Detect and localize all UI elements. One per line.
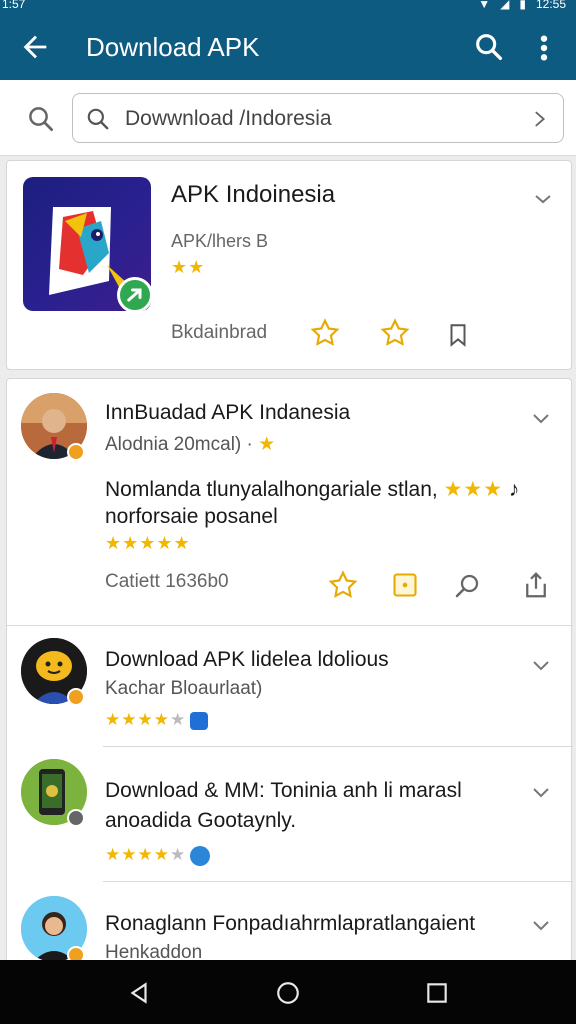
search-icon[interactable] <box>26 104 56 134</box>
verified-icon <box>189 845 210 866</box>
search-icon[interactable] <box>472 30 506 64</box>
battery-icon: ▮ <box>519 0 526 11</box>
back-triangle-icon[interactable] <box>126 980 152 1006</box>
star-icon: ★ <box>258 434 277 455</box>
featured-app-subtitle: APK/lhers B <box>171 231 269 251</box>
wifi-icon: ▼ <box>478 0 491 11</box>
item-title: InnBuadad APK Indanesia <box>105 401 351 424</box>
item-rating: ★★★★★ <box>105 533 191 553</box>
featured-app-title: APK Indoinesia <box>171 181 336 208</box>
chevron-down-icon[interactable] <box>529 783 553 803</box>
verified-icon <box>189 711 208 730</box>
item-title: Download APK lidelea ldolious <box>105 648 389 671</box>
item-description: Nomlanda tlunyalalhongariale stlan, ★★★ … <box>105 478 520 501</box>
search-input-value: Dowwnload /Indoresia <box>125 107 332 130</box>
play-badge-icon <box>67 809 85 827</box>
item-subtitle: Kachar Bloaurlaat) <box>105 678 263 699</box>
list-item[interactable]: Download APK lidelea ldolious Kachar Blo… <box>7 626 573 746</box>
chevron-down-icon[interactable] <box>529 409 553 429</box>
bookmark-icon[interactable] <box>445 321 471 349</box>
star-outline-icon[interactable] <box>379 317 411 349</box>
featured-app-rating: ★★ <box>171 257 206 277</box>
app-list: InnBuadad APK Indanesia Alodnia 20mcal) … <box>6 378 573 978</box>
chevron-down-icon[interactable] <box>529 916 553 936</box>
badge-icon <box>67 443 85 461</box>
status-clock: 12:55 <box>535 0 566 11</box>
image-frame-icon[interactable] <box>391 571 419 599</box>
search-row: Dowwnload /Indoresia <box>0 80 576 156</box>
item-title: Download & MM: Toninia anh li marasl <box>105 779 462 802</box>
recents-square-icon[interactable] <box>424 980 450 1006</box>
search-input[interactable]: Dowwnload /Indoresia <box>72 93 564 143</box>
featured-app-label: Bkdainbrad <box>171 322 268 343</box>
list-item[interactable]: InnBuadad APK Indanesia Alodnia 20mcal) … <box>7 379 573 625</box>
status-time: 1:57 <box>2 0 26 11</box>
status-bar: 1:57 ▼ ◢ ▮ 12:55 <box>0 0 576 14</box>
featured-app-card[interactable]: APK Indoinesia APK/lhers B ★★ Bkdainbrad <box>6 160 572 370</box>
star-outline-icon[interactable] <box>309 317 341 349</box>
item-rating: ★★★★★ <box>105 845 210 866</box>
signal-icon: ◢ <box>500 0 510 11</box>
star-outline-icon[interactable] <box>327 569 359 601</box>
share-icon[interactable] <box>521 569 551 601</box>
home-circle-icon[interactable] <box>275 980 301 1006</box>
item-rating: ★★★★★ <box>105 710 208 730</box>
chevron-right-icon[interactable] <box>529 107 551 131</box>
search-icon <box>87 108 109 130</box>
list-item[interactable]: Download & MM: Toninia anh li marasl ano… <box>7 747 573 881</box>
badge-icon <box>67 688 85 706</box>
music-note-icon: ♪ <box>508 478 520 501</box>
page-title: Download APK <box>86 32 260 62</box>
item-subtitle: Alodnia 20mcal) · ★ <box>105 434 277 455</box>
chevron-down-icon[interactable] <box>529 656 553 676</box>
item-footer: Catiett 1636b0 <box>105 571 229 592</box>
item-subtitle: anoadida Gootaynly. <box>105 809 297 832</box>
app-bar: Download APK <box>0 14 576 80</box>
status-icons: ▼ ◢ ▮ 12:55 <box>478 0 566 11</box>
app-logo-icon <box>23 177 151 311</box>
chevron-down-icon[interactable] <box>531 187 555 211</box>
download-badge-icon <box>117 277 151 311</box>
item-title: Ronaglann Fonpadıahrmlapratlangaient <box>105 912 476 935</box>
search-icon[interactable] <box>451 571 483 601</box>
more-vert-icon[interactable] <box>534 32 554 64</box>
item-description-2: norforsaie posanel <box>105 505 278 528</box>
system-nav-bar <box>0 960 576 1024</box>
back-arrow-icon[interactable] <box>18 30 52 64</box>
